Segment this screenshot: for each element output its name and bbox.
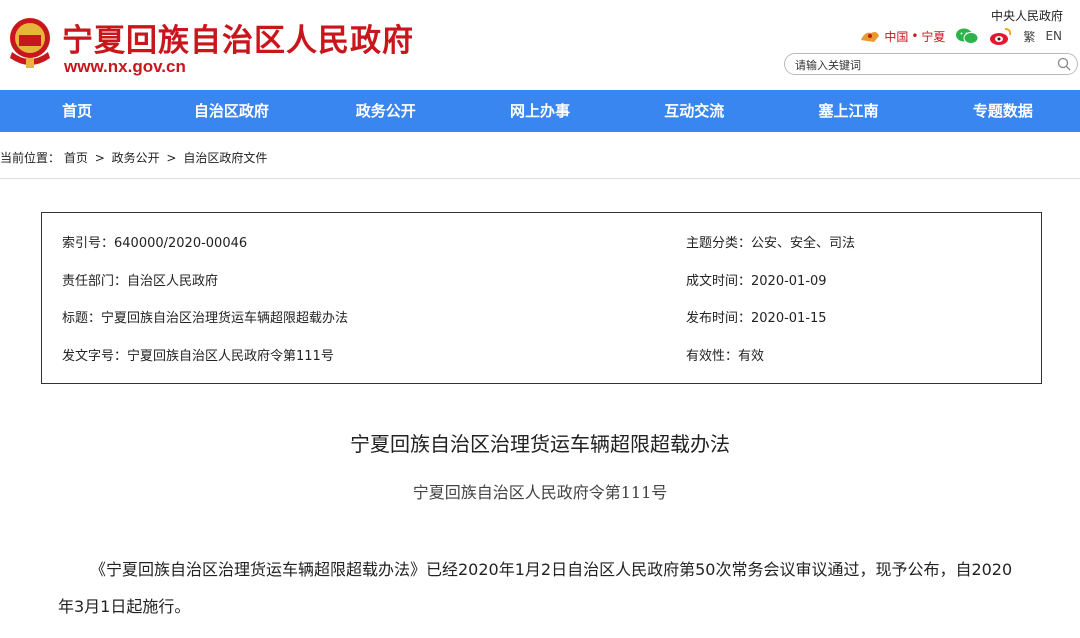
nav-item-government[interactable]: 自治区政府 [154,90,308,132]
article-title: 宁夏回族自治区治理货运车辆超限超载办法 [350,432,730,456]
breadcrumb-divider [0,178,1080,179]
search-icon[interactable] [1057,57,1071,71]
meta-validity: 有效性：有效 [686,349,765,364]
header-tools: 中国 • 宁夏 繁 EN [859,25,1062,47]
site-header: 宁夏回族自治区人民政府 www.nx.gov.cn 中央人民政府 中国 • 宁夏… [0,0,1080,90]
article-body: 《宁夏回族自治区治理货运车辆超限超载办法》已经2020年1月2日自治区人民政府第… [58,560,1013,616]
meta-written-date: 成文时间：2020-01-09 [686,274,827,289]
china-label: 中国 [884,29,909,44]
central-government-link[interactable]: 中央人民政府 [991,7,1063,24]
article-subtitle: 宁夏回族自治区人民政府令第111号 [412,483,668,502]
meta-department: 责任部门：自治区人民政府 [62,274,219,289]
breadcrumb-gov-files[interactable]: 自治区政府文件 [183,151,267,165]
meta-doc-no: 发文字号：宁夏回族自治区人民政府令第111号 [62,349,334,364]
wechat-icon[interactable] [955,26,979,46]
breadcrumb-separator: > [166,151,177,165]
nav-item-home[interactable]: 首页 [0,90,154,132]
site-title[interactable]: 宁夏回族自治区人民政府 [62,15,414,60]
breadcrumb: 当前位置： 首页 > 政务公开 > 自治区政府文件 [0,149,267,166]
national-emblem-icon [10,18,50,68]
nav-item-online-services[interactable]: 网上办事 [463,90,617,132]
main-nav: 首页 自治区政府 政务公开 网上办事 互动交流 塞上江南 专题数据 [0,90,1080,132]
breadcrumb-prefix: 当前位置： [0,151,61,165]
meta-index-no: 索引号：640000/2020-00046 [62,236,248,251]
nav-item-saishang-jiangnan[interactable]: 塞上江南 [771,90,925,132]
breadcrumb-open-affairs[interactable]: 政务公开 [112,151,160,165]
separator-dot: • [911,29,919,43]
meta-topic: 主题分类：公安、安全、司法 [686,236,856,251]
breadcrumb-home[interactable]: 首页 [64,151,88,165]
document-meta-box: 索引号：640000/2020-00046 责任部门：自治区人民政府 标题：宁夏… [41,212,1042,384]
search-input[interactable]: 请输入关键词 [784,53,1078,75]
traditional-chinese-link[interactable]: 繁 [1023,28,1035,45]
search-placeholder: 请输入关键词 [795,59,861,72]
meta-publish-date: 发布时间：2020-01-15 [686,311,827,326]
english-link[interactable]: EN [1045,29,1062,43]
nav-item-open-affairs[interactable]: 政务公开 [309,90,463,132]
meta-title: 标题：宁夏回族自治区治理货运车辆超限超载办法 [62,311,349,326]
nav-item-topic-data[interactable]: 专题数据 [926,90,1080,132]
china-ningxia-link[interactable]: 中国 • 宁夏 [859,28,945,45]
breadcrumb-separator: > [94,151,105,165]
nav-item-interaction[interactable]: 互动交流 [617,90,771,132]
weibo-icon[interactable] [989,26,1013,46]
ningxia-label: 宁夏 [921,29,946,44]
china-map-icon [861,32,880,42]
site-url[interactable]: www.nx.gov.cn [64,57,186,77]
